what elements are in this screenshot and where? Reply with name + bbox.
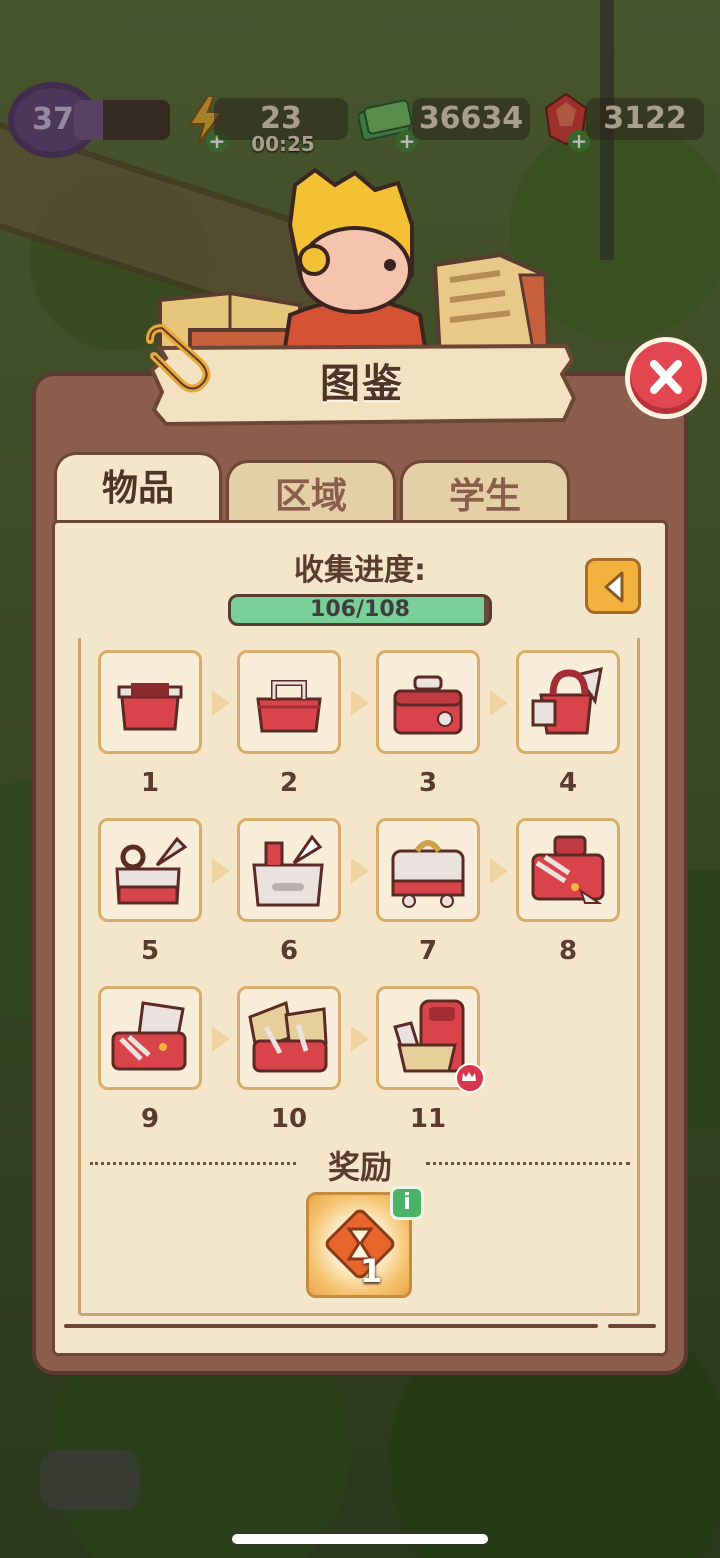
close-button[interactable] [630, 342, 702, 414]
item-cell-8[interactable] [516, 818, 620, 922]
item-cell-6[interactable] [237, 818, 341, 922]
crown-icon [462, 1072, 476, 1081]
crown-badge [455, 1063, 485, 1093]
white-case-icon [252, 834, 324, 907]
item-cell-11[interactable] [376, 986, 485, 1093]
collection-progress-text: 106/108 [310, 597, 410, 622]
item-cell-10[interactable] [237, 986, 341, 1090]
red-chest-tools-icon [531, 835, 605, 904]
item-number: 10 [270, 1104, 308, 1134]
home-indicator[interactable] [232, 1534, 488, 1544]
upgrade-arrow-icon [351, 1026, 369, 1052]
item-number: 4 [558, 768, 578, 798]
reward-label: 奖励 [327, 1148, 392, 1186]
item-cell-5[interactable] [98, 818, 202, 922]
item-number: 8 [558, 936, 578, 966]
tab-items[interactable]: 物品 [54, 452, 222, 524]
tab-students[interactable]: 学生 [400, 460, 570, 528]
item-number: 3 [418, 768, 438, 798]
red-toolbox-handle-icon [256, 680, 322, 733]
item-cell-9[interactable] [98, 986, 202, 1090]
item-number: 1 [140, 768, 160, 798]
red-box-icon [117, 683, 183, 731]
item-cell-7[interactable] [376, 818, 480, 922]
upgrade-arrow-icon [490, 690, 508, 716]
item-number: 11 [409, 1104, 447, 1134]
upgrade-arrow-icon [212, 858, 230, 884]
collection-progress-label: 收集进度: [294, 553, 426, 588]
item-number: 7 [418, 936, 438, 966]
reward-quantity: 1 [360, 1252, 383, 1290]
double-case-icon [248, 1000, 328, 1073]
reward-info-button[interactable]: i [390, 1186, 424, 1220]
upgrade-arrow-icon [212, 1026, 230, 1052]
page-title: 图鉴 [320, 361, 404, 407]
item-number: 5 [140, 936, 160, 966]
item-cell-2[interactable] [237, 650, 341, 754]
item-cell-1[interactable] [98, 650, 202, 754]
item-number: 9 [140, 1104, 160, 1134]
red-bag-wings-icon [531, 666, 603, 735]
upgrade-arrow-icon [351, 690, 369, 716]
tab-areas[interactable]: 区域 [226, 460, 396, 528]
back-button[interactable] [585, 558, 641, 614]
reward-divider-right [426, 1162, 630, 1165]
collection-progress-bar: 106/108 [228, 594, 492, 626]
item-number: 2 [279, 768, 299, 798]
red-white-kit-icon [115, 836, 188, 905]
horizontal-rule-end [608, 1324, 656, 1328]
upgrade-arrow-icon [490, 858, 508, 884]
horizontal-rule [64, 1324, 598, 1328]
upgrade-arrow-icon [212, 690, 230, 716]
white-chest-icon [391, 840, 465, 908]
upgrade-arrow-icon [351, 858, 369, 884]
open-red-case-icon [111, 1001, 187, 1071]
item-cell-4[interactable] [516, 650, 620, 754]
arrow-left-icon [604, 571, 624, 603]
red-toolbox-lock-icon [393, 675, 463, 735]
reward-divider-left [90, 1162, 296, 1165]
close-icon [650, 360, 682, 394]
item-number: 6 [279, 936, 299, 966]
item-cell-3[interactable] [376, 650, 480, 754]
